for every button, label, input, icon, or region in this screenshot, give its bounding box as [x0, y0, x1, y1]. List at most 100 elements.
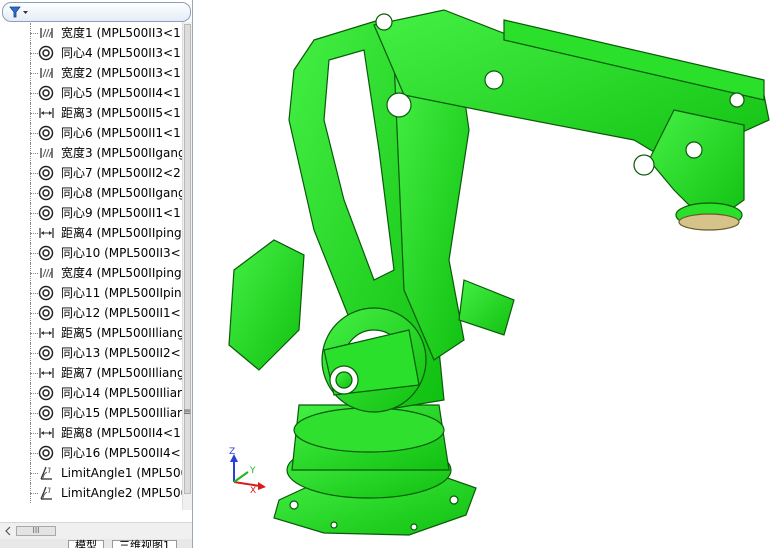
y-axis-label: Y	[249, 466, 256, 476]
tree-item-label: 距离3 (MPL500II5<1	[61, 106, 181, 120]
tree-item[interactable]: 同心14 (MPL500IIliar	[0, 383, 183, 403]
tree-item-label: 宽度3 (MPL500IIgang	[61, 146, 183, 160]
tree-item[interactable]: 同心10 (MPL500II3<	[0, 243, 183, 263]
distance-mate-icon	[38, 325, 55, 341]
tree-connector	[30, 213, 38, 214]
tree-item-label: LimitAngle1 (MPL500	[61, 466, 183, 480]
filter-bar[interactable]	[2, 2, 191, 22]
feature-manager-panel: 宽度1 (MPL500II3<1 同心4 (MPL500II3<1 宽度2 (MPL…	[0, 0, 193, 548]
scroll-grip-icon: ≡	[183, 407, 192, 418]
tree-connector	[30, 333, 38, 334]
tree-item[interactable]: 距离3 (MPL500II5<1	[0, 103, 183, 123]
tree-item-label: 同心4 (MPL500II3<1	[61, 46, 181, 60]
tree-item[interactable]: 同心16 (MPL500II4<	[0, 443, 183, 463]
tree-connector	[30, 233, 38, 234]
tree-connector	[30, 73, 38, 74]
tree-item[interactable]: 距离5 (MPL500IIliang	[0, 323, 183, 343]
view-triad: Z Y X	[229, 447, 266, 496]
limit-angle-icon	[38, 485, 55, 501]
tree-item[interactable]: 距离7 (MPL500IIliang	[0, 363, 183, 383]
tree-connector	[30, 93, 38, 94]
tree-connector	[30, 53, 38, 54]
tree-item-label: 同心11 (MPL500IIpin	[61, 286, 182, 300]
bottom-tabs: 模型 三维视图1	[0, 539, 192, 548]
robot-base	[273, 404, 477, 536]
vertical-scroll-thumb[interactable]	[184, 24, 191, 494]
concentric-mate-icon	[38, 285, 55, 301]
filter-icon	[9, 6, 28, 18]
tree-item[interactable]: 同心5 (MPL500II4<1	[0, 83, 183, 103]
tree-connector	[30, 293, 38, 294]
tree-item[interactable]: 同心4 (MPL500II3<1	[0, 43, 183, 63]
concentric-mate-icon	[38, 385, 55, 401]
tree-connector	[30, 313, 38, 314]
tree-item[interactable]: LimitAngle2 (MPL500	[0, 483, 183, 503]
tree-item-label: 同心10 (MPL500II3<	[61, 246, 181, 260]
tree-item-label: 同心8 (MPL500IIgang	[61, 186, 183, 200]
tree-item[interactable]: 同心11 (MPL500IIpin	[0, 283, 183, 303]
horizontal-scrollbar[interactable]: III	[0, 522, 192, 539]
tree-connector	[30, 393, 38, 394]
concentric-mate-icon	[38, 405, 55, 421]
tree-item-label: 同心12 (MPL500II1<	[61, 306, 181, 320]
tree-item-label: 距离7 (MPL500IIliang	[61, 366, 183, 380]
tab-3d-view[interactable]: 三维视图1	[112, 540, 177, 548]
tree-item[interactable]: 同心13 (MPL500II2<	[0, 343, 183, 363]
tree-connector	[30, 253, 38, 254]
tree-item[interactable]: 宽度2 (MPL500II3<1	[0, 63, 183, 83]
tree-connector	[30, 473, 38, 474]
tree-item[interactable]: 同心12 (MPL500II1<	[0, 303, 183, 323]
tree-connector	[30, 173, 38, 174]
x-axis-arrow	[258, 482, 266, 490]
tree-connector	[30, 433, 38, 434]
width-mate-icon	[38, 265, 55, 281]
concentric-mate-icon	[38, 165, 55, 181]
tree-item[interactable]: 距离4 (MPL500IIping	[0, 223, 183, 243]
tab-model[interactable]: 模型	[68, 540, 104, 548]
tree-connector	[30, 33, 38, 34]
tree-item-label: 同心16 (MPL500II4<	[61, 446, 181, 460]
limit-angle-icon	[38, 465, 55, 481]
tree-item-label: 同心5 (MPL500II4<1	[61, 86, 181, 100]
tree-item-label: LimitAngle2 (MPL500	[61, 486, 183, 500]
width-mate-icon	[38, 145, 55, 161]
vertical-scrollbar[interactable]: ≡	[182, 22, 192, 510]
tree-connector	[30, 193, 38, 194]
tree-item-label: 宽度4 (MPL500IIping	[61, 266, 182, 280]
width-mate-icon	[38, 65, 55, 81]
tree-connector	[30, 273, 38, 274]
tree-item[interactable]: 同心9 (MPL500II1<1	[0, 203, 183, 223]
tree-item[interactable]: 宽度4 (MPL500IIping	[0, 263, 183, 283]
concentric-mate-icon	[38, 45, 55, 61]
robot-model-view: Z Y X	[228, 9, 770, 536]
tree-item[interactable]: 同心8 (MPL500IIgang	[0, 183, 183, 203]
graphics-viewport[interactable]: Z Y X	[204, 0, 775, 548]
tree-item[interactable]: 宽度3 (MPL500IIgang	[0, 143, 183, 163]
tree-item[interactable]: 宽度1 (MPL500II3<1	[0, 23, 183, 43]
tree-item[interactable]: LimitAngle1 (MPL500	[0, 463, 183, 483]
concentric-mate-icon	[38, 345, 55, 361]
concentric-mate-icon	[38, 245, 55, 261]
horizontal-scroll-thumb[interactable]: III	[16, 526, 56, 536]
distance-mate-icon	[38, 425, 55, 441]
tree-connector	[30, 353, 38, 354]
tree-item-label: 宽度2 (MPL500II3<1	[61, 66, 181, 80]
distance-mate-icon	[38, 365, 55, 381]
panel-splitter[interactable]	[193, 0, 398, 548]
tree-item[interactable]: 同心15 (MPL500IIliar	[0, 403, 183, 423]
x-axis-label: X	[250, 486, 256, 496]
filter-button[interactable]	[8, 5, 32, 19]
concentric-mate-icon	[38, 185, 55, 201]
concentric-mate-icon	[38, 205, 55, 221]
tree-connector	[30, 373, 38, 374]
scroll-left-icon[interactable]	[3, 525, 13, 537]
tree-item[interactable]: 距离8 (MPL500II4<1	[0, 423, 183, 443]
tree-connector	[30, 153, 38, 154]
tree-connector	[30, 113, 38, 114]
tree-item[interactable]: 同心7 (MPL500II2<2	[0, 163, 183, 183]
distance-mate-icon	[38, 225, 55, 241]
concentric-mate-icon	[38, 125, 55, 141]
tree-item-label: 同心15 (MPL500IIliar	[61, 406, 182, 420]
tree-item-label: 同心9 (MPL500II1<1	[61, 206, 181, 220]
tree-item[interactable]: 同心6 (MPL500II1<1	[0, 123, 183, 143]
